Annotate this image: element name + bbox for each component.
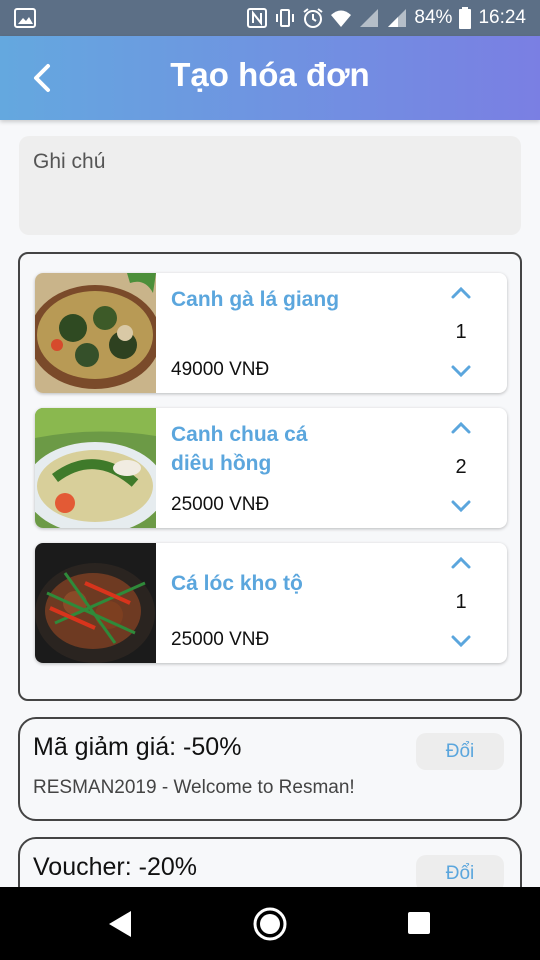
app-header: Tạo hóa đơn bbox=[0, 36, 540, 120]
order-list: Canh gà lá giang 49000 VNĐ 1 Canh chua c… bbox=[18, 252, 522, 701]
alarm-icon bbox=[303, 8, 324, 28]
status-bar: 84% 16:24 bbox=[0, 0, 540, 36]
quantity-value: 1 bbox=[455, 591, 467, 613]
dish-name: Canh chua cá diêu hồng bbox=[171, 423, 308, 475]
dish-price: 49000 VNĐ bbox=[171, 359, 270, 380]
clock: 16:24 bbox=[478, 7, 526, 28]
battery-percent: 84% bbox=[414, 7, 453, 28]
dish-image bbox=[35, 273, 156, 393]
discount-card: Mã giảm giá: -50% RESMAN2019 - Welcome t… bbox=[18, 717, 522, 821]
order-item: Cá lóc kho tộ 25000 VNĐ 1 bbox=[35, 543, 507, 663]
chevron-up-icon[interactable] bbox=[449, 553, 473, 573]
dish-image bbox=[35, 543, 156, 663]
note-input[interactable]: Ghi chú bbox=[19, 136, 521, 235]
voucher-title: Voucher: -20% bbox=[33, 853, 197, 881]
change-discount-button[interactable]: Đổi bbox=[416, 733, 504, 770]
chevron-up-icon[interactable] bbox=[449, 283, 473, 303]
navigation-bar bbox=[0, 887, 540, 960]
nfc-icon bbox=[247, 8, 268, 28]
dish-price: 25000 VNĐ bbox=[171, 629, 270, 650]
order-item: Canh chua cá diêu hồng 25000 VNĐ 2 bbox=[35, 408, 507, 528]
note-placeholder: Ghi chú bbox=[33, 150, 106, 173]
dish-name: Canh gà lá giang bbox=[171, 288, 340, 311]
nav-recent-apps-icon[interactable] bbox=[408, 912, 430, 934]
nav-back-icon[interactable] bbox=[107, 909, 133, 939]
quantity-value: 2 bbox=[455, 456, 467, 478]
signal-icon bbox=[360, 9, 379, 27]
wifi-icon bbox=[331, 10, 352, 27]
chevron-down-icon[interactable] bbox=[449, 361, 473, 381]
quantity-value: 1 bbox=[455, 321, 467, 343]
image-icon bbox=[14, 8, 36, 28]
discount-title: Mã giảm giá: -50% bbox=[33, 733, 242, 761]
quantity-stepper: 1 bbox=[433, 543, 489, 663]
chevron-up-icon[interactable] bbox=[449, 418, 473, 438]
nav-home-icon[interactable] bbox=[253, 907, 287, 941]
vibrate-icon bbox=[276, 9, 295, 27]
quantity-stepper: 1 bbox=[433, 273, 489, 393]
battery-icon bbox=[459, 7, 472, 29]
dish-name: Cá lóc kho tộ bbox=[171, 572, 303, 595]
quantity-stepper: 2 bbox=[433, 408, 489, 528]
dish-image bbox=[35, 408, 156, 528]
order-item: Canh gà lá giang 49000 VNĐ 1 bbox=[35, 273, 507, 393]
chevron-down-icon[interactable] bbox=[449, 496, 473, 516]
page-title: Tạo hóa đơn bbox=[170, 56, 370, 93]
signal-icon bbox=[388, 9, 407, 27]
dish-price: 25000 VNĐ bbox=[171, 494, 270, 515]
chevron-down-icon[interactable] bbox=[449, 631, 473, 651]
discount-description: RESMAN2019 - Welcome to Resman! bbox=[33, 777, 355, 798]
